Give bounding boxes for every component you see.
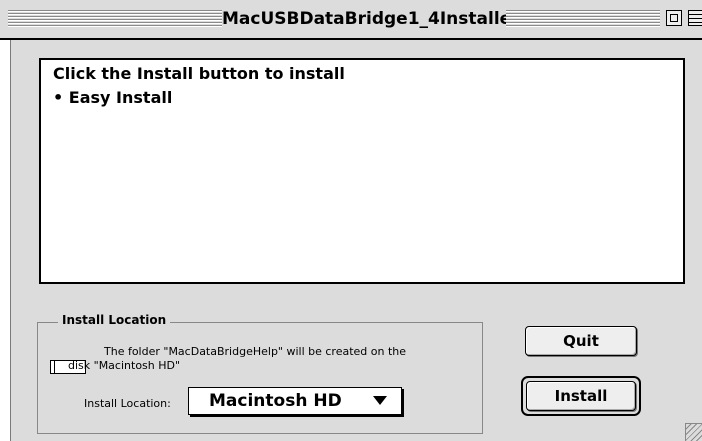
resize-grip-icon[interactable] [685,423,702,441]
zoom-box-icon[interactable] [666,10,682,26]
quit-button[interactable]: Quit [525,326,637,356]
install-button[interactable]: Install [526,381,636,411]
installer-window: MacUSBDataBridge1_4Installer Click the I… [0,0,702,441]
title-bar-stripes-left [8,10,222,28]
install-option: • Easy Install [53,88,173,107]
title-bar-stripes-right [506,10,660,28]
install-location-group: Install Location The folder "MacDataBrid… [37,313,483,434]
disk-description: disk "Macintosh HD" [68,359,181,372]
title-bar[interactable]: MacUSBDataBridge1_4Installer [0,0,702,40]
install-location-label: Install Location: [84,397,171,410]
window-content: Click the Install button to install • Ea… [10,40,702,441]
folder-description: The folder "MacDataBridgeHelp" will be c… [104,345,407,358]
collapse-box-icon[interactable] [688,10,702,26]
window-title: MacUSBDataBridge1_4Installer [222,9,520,29]
info-text-box: Click the Install button to install • Ea… [39,58,685,284]
default-button-ring: Install [521,376,641,416]
instruction-text: Click the Install button to install [53,64,345,83]
install-location-popup[interactable]: Macintosh HD [188,387,402,415]
popup-selected-value: Macintosh HD [209,391,342,411]
popup-arrow-icon [373,396,387,405]
group-label: Install Location [58,313,171,327]
